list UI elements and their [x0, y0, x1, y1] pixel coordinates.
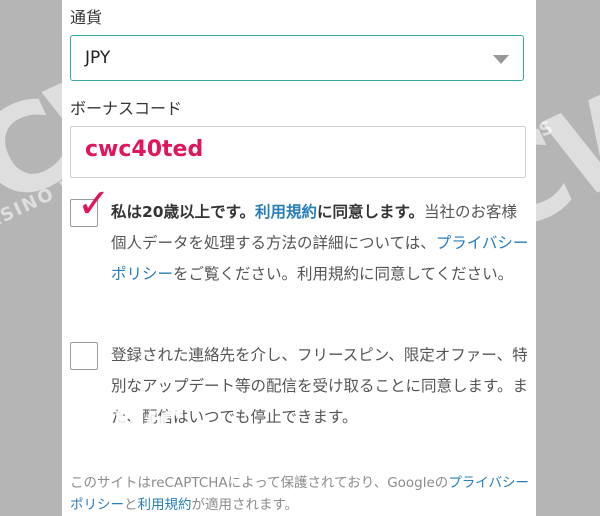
currency-select[interactable]: JPY	[70, 35, 524, 81]
privacy-outro-text: をご覧ください。利用規約に同意してください。	[173, 265, 514, 283]
recaptcha-text: このサイトはreCAPTCHAによって保護されており、Googleの	[70, 475, 449, 491]
bonus-code-value: cwc40ted	[85, 137, 204, 162]
recaptcha-terms-link[interactable]: 利用規約	[138, 497, 192, 513]
recaptcha-and: と	[124, 497, 138, 513]
marketing-consent-checkbox[interactable]	[70, 342, 98, 370]
currency-selected-value: JPY	[85, 48, 111, 68]
terms-link[interactable]: 利用規約	[255, 203, 317, 221]
logo-cwc-text: CWC	[86, 404, 186, 450]
bonus-code-input[interactable]: cwc40ted	[70, 126, 526, 178]
cwc-logo-watermark: CASINO CWC WINNER'S CLUB	[70, 392, 200, 475]
logo-club-text: WINNER'S CLUB	[93, 447, 177, 475]
currency-label: 通貨	[70, 8, 103, 27]
checkmark-icon: ✓	[77, 181, 111, 227]
bonus-code-label: ボーナスコード	[70, 99, 183, 118]
age-terms-text: 私は20歳以上です。利用規約に同意します。当社のお客様個人データを処理する方法の…	[111, 197, 529, 290]
chevron-down-icon	[493, 55, 509, 64]
age-terms-checkbox[interactable]: ✓	[70, 184, 111, 227]
age-statement: 私は20歳以上です。	[111, 203, 256, 221]
recaptcha-notice: このサイトはreCAPTCHAによって保護されており、Googleのプライバシー…	[70, 472, 530, 516]
agree-statement: に同意します。	[317, 203, 424, 221]
recaptcha-suffix: が適用されます。	[191, 497, 299, 513]
